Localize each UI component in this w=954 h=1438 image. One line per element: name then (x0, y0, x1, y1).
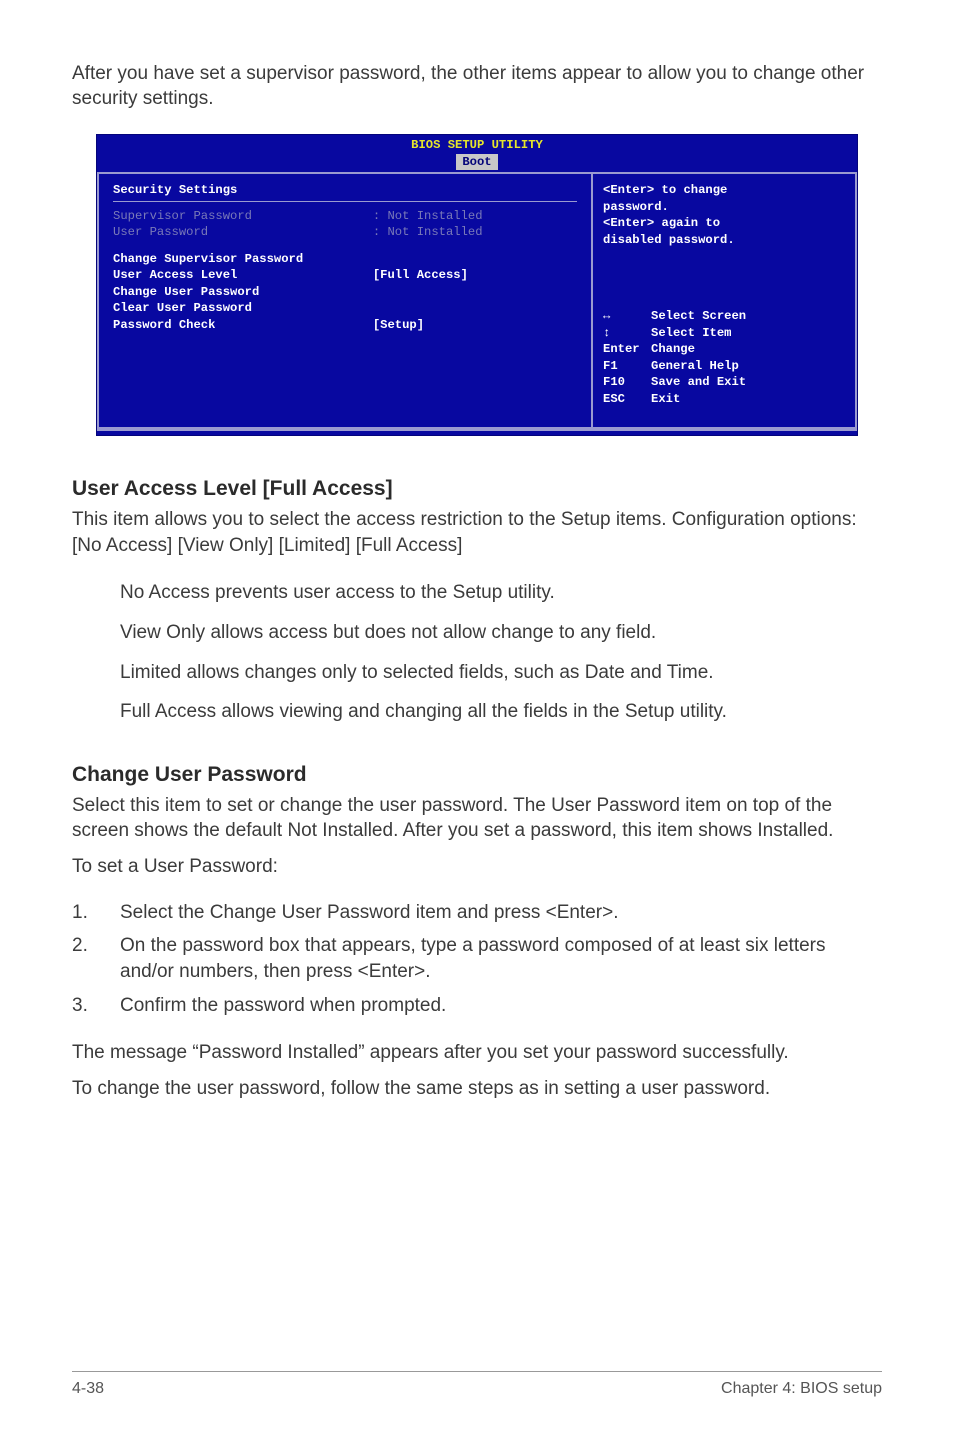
password-installed-message: The message “Password Installed” appears… (72, 1040, 882, 1066)
nav-f1-label: General Help (651, 358, 739, 374)
nav-esc-label: Exit (651, 391, 680, 407)
change-user-password-p1: Select this item to set or change the us… (72, 793, 882, 844)
nav-help-block: ↔ Select Screen ↕ Select Item Enter Chan… (603, 248, 845, 417)
nav-select-screen: Select Screen (651, 308, 746, 324)
bios-title: BIOS SETUP UTILITY (97, 135, 857, 153)
step-text: Confirm the password when prompted. (120, 993, 882, 1019)
chapter-label: Chapter 4: BIOS setup (721, 1380, 882, 1398)
change-user-password-heading: Change User Password (72, 763, 882, 787)
nav-f10-label: Save and Exit (651, 374, 746, 390)
help-text-line3: <Enter> again to (603, 215, 845, 231)
help-text-line2: password. (603, 199, 845, 215)
nav-enter-label: Change (651, 341, 695, 357)
change-supervisor-password: Change Supervisor Password (113, 251, 577, 267)
step-1: 1. Select the Change User Password item … (72, 900, 882, 926)
nav-esc-key: ESC (603, 391, 651, 407)
option-full-access: Full Access allows viewing and changing … (120, 699, 882, 725)
step-text: Select the Change User Password item and… (120, 900, 882, 926)
supervisor-password-label: Supervisor Password (113, 208, 373, 224)
step-number: 3. (72, 993, 120, 1019)
nav-f10-key: F10 (603, 374, 651, 390)
user-access-level-row: User Access Level [Full Access] (113, 267, 577, 283)
step-text: On the password box that appears, type a… (120, 933, 882, 984)
bios-screenshot: BIOS SETUP UTILITY Boot Security Setting… (97, 135, 857, 435)
change-user-password-p2: To set a User Password: (72, 854, 882, 880)
user-password-label: User Password (113, 224, 373, 240)
change-user-password-note: To change the user password, follow the … (72, 1076, 882, 1102)
page-number: 4-38 (72, 1380, 104, 1398)
user-access-level-description: This item allows you to select the acces… (72, 507, 882, 558)
nav-f1-key: F1 (603, 358, 651, 374)
nav-enter-key: Enter (603, 341, 651, 357)
arrow-up-down-icon: ↕ (603, 325, 651, 341)
user-password-value: : Not Installed (373, 224, 577, 240)
user-password-row: User Password : Not Installed (113, 224, 577, 240)
bios-tab-row: Boot (97, 154, 857, 172)
user-access-level-value: [Full Access] (373, 267, 577, 283)
supervisor-password-row: Supervisor Password : Not Installed (113, 208, 577, 224)
bios-left-panel: Security Settings Supervisor Password : … (97, 174, 591, 429)
bios-tab-boot: Boot (456, 154, 497, 170)
security-settings-heading: Security Settings (113, 182, 577, 198)
password-check-value: [Setup] (373, 317, 577, 333)
set-user-password-steps: 1. Select the Change User Password item … (72, 900, 882, 1027)
clear-user-password: Clear User Password (113, 300, 577, 316)
user-access-level-options: No Access prevents user access to the Se… (120, 580, 882, 739)
arrow-left-right-icon: ↔ (603, 308, 651, 324)
nav-select-item: Select Item (651, 325, 731, 341)
change-user-password: Change User Password (113, 284, 577, 300)
step-number: 1. (72, 900, 120, 926)
supervisor-password-value: : Not Installed (373, 208, 577, 224)
help-text-line1: <Enter> to change (603, 182, 845, 198)
help-text-line4: disabled password. (603, 232, 845, 248)
user-access-level-heading: User Access Level [Full Access] (72, 477, 882, 501)
option-no-access: No Access prevents user access to the Se… (120, 580, 882, 606)
option-view-only: View Only allows access but does not all… (120, 620, 882, 646)
page-footer: 4-38 Chapter 4: BIOS setup (72, 1371, 882, 1398)
bios-right-panel: <Enter> to change password. <Enter> agai… (591, 174, 857, 429)
step-number: 2. (72, 933, 120, 984)
password-check-row: Password Check [Setup] (113, 317, 577, 333)
intro-paragraph: After you have set a supervisor password… (72, 62, 882, 111)
user-access-level-label: User Access Level (113, 267, 373, 283)
option-limited: Limited allows changes only to selected … (120, 660, 882, 686)
step-2: 2. On the password box that appears, typ… (72, 933, 882, 984)
password-check-label: Password Check (113, 317, 373, 333)
step-3: 3. Confirm the password when prompted. (72, 993, 882, 1019)
